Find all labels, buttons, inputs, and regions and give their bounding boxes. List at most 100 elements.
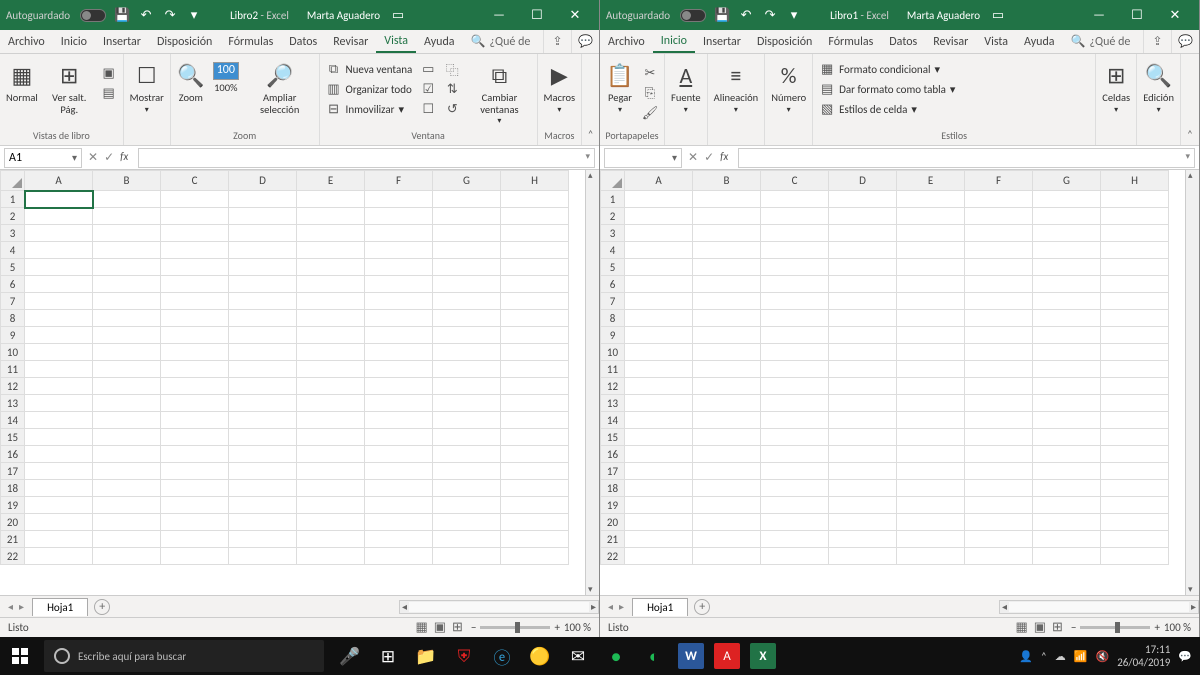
cell[interactable] — [25, 344, 93, 361]
alignment-button[interactable]: ≡Alineación▾ — [712, 60, 761, 116]
cell[interactable] — [161, 514, 229, 531]
row-header[interactable]: 10 — [601, 344, 625, 361]
cell[interactable] — [1101, 242, 1169, 259]
cell[interactable] — [229, 259, 297, 276]
cell[interactable] — [625, 429, 693, 446]
cell[interactable] — [93, 480, 161, 497]
macros-button[interactable]: ▶Macros▾ — [542, 60, 578, 116]
clock[interactable]: 17:11 26/04/2019 — [1117, 643, 1170, 669]
cell[interactable] — [93, 293, 161, 310]
reset-window-button[interactable]: ↺ — [442, 100, 462, 118]
column-header[interactable]: F — [965, 171, 1033, 191]
row-header[interactable]: 7 — [1, 293, 25, 310]
cell[interactable] — [365, 344, 433, 361]
cell[interactable] — [693, 497, 761, 514]
cell[interactable] — [897, 344, 965, 361]
cell[interactable] — [433, 225, 501, 242]
tab-datos[interactable]: Datos — [281, 30, 325, 53]
cell[interactable] — [761, 480, 829, 497]
cell[interactable] — [1033, 378, 1101, 395]
cell[interactable] — [229, 276, 297, 293]
excel-icon[interactable]: X — [750, 643, 776, 669]
cell[interactable] — [25, 208, 93, 225]
cell[interactable] — [625, 276, 693, 293]
tab-insertar[interactable]: Insertar — [695, 30, 749, 53]
column-header[interactable]: F — [365, 171, 433, 191]
cell[interactable] — [829, 531, 897, 548]
cell[interactable] — [965, 412, 1033, 429]
cells-button[interactable]: ⊞Celdas▾ — [1100, 60, 1132, 116]
cell[interactable] — [229, 225, 297, 242]
column-header[interactable]: G — [1033, 171, 1101, 191]
cell[interactable] — [501, 463, 569, 480]
cell[interactable] — [93, 259, 161, 276]
maximize-button[interactable]: ☐ — [1119, 1, 1155, 29]
cell[interactable] — [93, 242, 161, 259]
cell[interactable] — [693, 531, 761, 548]
cell[interactable] — [693, 395, 761, 412]
column-header[interactable]: H — [1101, 171, 1169, 191]
close-button[interactable]: ✕ — [557, 1, 593, 29]
cell[interactable] — [433, 276, 501, 293]
save-icon[interactable]: 💾 — [714, 7, 730, 23]
fx-icon[interactable]: fx — [720, 150, 728, 165]
cell[interactable] — [1101, 344, 1169, 361]
page-break-view-button[interactable]: ⊞Ver salt. Pág. — [44, 60, 95, 117]
cell[interactable] — [365, 276, 433, 293]
cell[interactable] — [761, 412, 829, 429]
horizontal-scrollbar[interactable]: ◂▸ — [999, 600, 1199, 614]
cell[interactable] — [625, 514, 693, 531]
cell[interactable] — [829, 497, 897, 514]
cell[interactable] — [1101, 310, 1169, 327]
enter-formula-icon[interactable]: ✓ — [104, 150, 114, 165]
cell[interactable] — [365, 378, 433, 395]
cell[interactable] — [433, 310, 501, 327]
row-header[interactable]: 6 — [1, 276, 25, 293]
cell[interactable] — [761, 463, 829, 480]
cell[interactable] — [897, 276, 965, 293]
cell[interactable] — [693, 310, 761, 327]
paste-button[interactable]: 📋Pegar▾ — [604, 60, 636, 116]
cell[interactable] — [297, 480, 365, 497]
cell[interactable] — [897, 531, 965, 548]
row-header[interactable]: 4 — [601, 242, 625, 259]
font-button[interactable]: AFuente▾ — [669, 60, 703, 116]
row-header[interactable]: 21 — [1, 531, 25, 548]
cell[interactable] — [897, 446, 965, 463]
cell[interactable] — [297, 378, 365, 395]
cell[interactable] — [297, 514, 365, 531]
cell[interactable] — [1033, 276, 1101, 293]
number-button[interactable]: %Número▾ — [769, 60, 808, 116]
cell[interactable] — [897, 327, 965, 344]
row-header[interactable]: 18 — [1, 480, 25, 497]
cell[interactable] — [161, 548, 229, 565]
cell[interactable] — [501, 344, 569, 361]
cell[interactable] — [25, 463, 93, 480]
cell[interactable] — [433, 548, 501, 565]
row-header[interactable]: 1 — [1, 191, 25, 208]
cell[interactable] — [161, 497, 229, 514]
cell[interactable] — [433, 191, 501, 208]
cell[interactable] — [365, 327, 433, 344]
column-header[interactable]: A — [625, 171, 693, 191]
fx-icon[interactable]: fx — [120, 150, 128, 165]
app-icon[interactable]: ◐ — [636, 637, 672, 675]
row-header[interactable]: 22 — [1, 548, 25, 565]
tab-revisar[interactable]: Revisar — [325, 30, 376, 53]
cell[interactable] — [93, 378, 161, 395]
cell[interactable] — [25, 531, 93, 548]
tab-revisar[interactable]: Revisar — [925, 30, 976, 53]
cell[interactable] — [161, 225, 229, 242]
people-icon[interactable]: 👤 — [1019, 650, 1033, 663]
cell[interactable] — [693, 208, 761, 225]
new-window-button[interactable]: ⧉Nueva ventana — [324, 60, 415, 78]
cell[interactable] — [965, 259, 1033, 276]
cell[interactable] — [365, 446, 433, 463]
cell[interactable] — [1033, 497, 1101, 514]
cell[interactable] — [93, 514, 161, 531]
cell[interactable] — [501, 531, 569, 548]
tab-ayuda[interactable]: Ayuda — [416, 30, 463, 53]
cell[interactable] — [433, 446, 501, 463]
horizontal-scrollbar[interactable]: ◂▸ — [399, 600, 599, 614]
cell[interactable] — [25, 191, 93, 208]
